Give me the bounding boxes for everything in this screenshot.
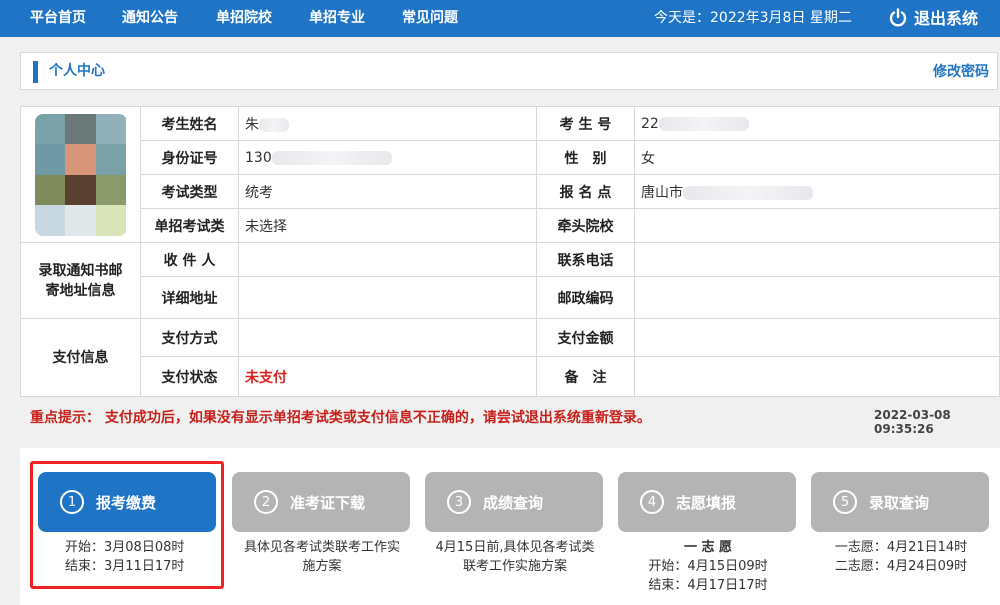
payment-amount-value (634, 318, 1000, 357)
registration-site-label: 报 名 点 (536, 174, 635, 209)
step-label: 成绩查询 (483, 493, 544, 512)
step-label: 志愿填报 (676, 493, 737, 512)
step-label: 报考缴费 (96, 493, 157, 512)
payment-method-label: 支付方式 (140, 318, 239, 357)
payment-amount-label: 支付金额 (536, 318, 635, 357)
lead-college-value (634, 208, 1000, 243)
change-password-link[interactable]: 修改密码 (933, 53, 989, 91)
step-3-desc: 4月15日前,具体见各考试类联考工作实施方案 (435, 540, 595, 574)
gender-label: 性 别 (536, 140, 635, 175)
step-number-5: 5 (833, 490, 857, 514)
nav-faq[interactable]: 常见问题 (402, 0, 458, 37)
payment-method-value (238, 318, 537, 357)
logout-label: 退出系统 (914, 9, 979, 28)
nav-colleges[interactable]: 单招院校 (216, 0, 272, 37)
phone-value (634, 242, 1000, 277)
receiver-label: 收 件 人 (140, 242, 239, 277)
id-number-value: 130 (238, 140, 537, 175)
redacted-blur (271, 150, 392, 165)
id-number-label: 身份证号 (140, 140, 239, 175)
mailing-section-label: 录取通知书邮寄地址信息 (20, 242, 141, 319)
candidate-photo (34, 113, 127, 236)
step-number-4: 4 (640, 490, 664, 514)
receiver-value (238, 242, 537, 277)
page-timestamp: 2022-03-08 09:35:26 (874, 408, 951, 436)
step-label: 录取查询 (869, 493, 930, 512)
exam-type-label: 考试类型 (140, 174, 239, 209)
exam-number-label: 考 生 号 (536, 106, 635, 141)
important-tip: 重点提示： 支付成功后，如果没有显示单招考试类或支付信息不正确的，请尝试退出系统… (30, 410, 651, 426)
name-label: 考生姓名 (140, 106, 239, 141)
logout-button[interactable]: 退出系统 (888, 0, 978, 37)
candidate-info-table: 考生姓名 朱 考 生 号 22 身份证号 130 性 别 女 考试类型 统考 报… (20, 106, 1000, 397)
photo-cell (20, 106, 141, 243)
nav-notices[interactable]: 通知公告 (122, 0, 178, 37)
page-title: 个人中心 (49, 63, 105, 79)
exam-category-value: 未选择 (238, 208, 537, 243)
remark-label: 备 注 (536, 356, 635, 397)
step-score-query[interactable]: 3 成绩查询 (425, 472, 603, 532)
step-4-desc: 一 志 愿 开始：4月15日09时 结束：4月17日17时 (648, 540, 768, 593)
lead-college-label: 牵头院校 (536, 208, 635, 243)
step-number-3: 3 (447, 490, 471, 514)
personal-center-header: 个人中心 修改密码 (20, 52, 998, 90)
address-value (238, 276, 537, 319)
exam-number-value: 22 (634, 106, 1000, 141)
step-number-2: 2 (254, 490, 278, 514)
zip-label: 邮政编码 (536, 276, 635, 319)
gender-value: 女 (634, 140, 1000, 175)
exam-category-label: 单招考试类 (140, 208, 239, 243)
step-admission-ticket[interactable]: 2 准考证下载 (232, 472, 410, 532)
registration-site-value: 唐山市 (634, 174, 1000, 209)
top-nav-bar: 平台首页 通知公告 单招院校 单招专业 常见问题 今天是：2022年3月8日 星… (0, 0, 1000, 37)
zip-value (634, 276, 1000, 319)
step-admission-query[interactable]: 5 录取查询 (811, 472, 989, 532)
phone-label: 联系电话 (536, 242, 635, 277)
power-icon (889, 7, 907, 26)
step-1-desc: 开始：3月08日08时 结束：3月11日17时 (65, 540, 185, 574)
step-label: 准考证下载 (290, 493, 366, 512)
step-preference-filling[interactable]: 4 志愿填报 (618, 472, 796, 532)
title-accent-bar (33, 61, 38, 83)
redacted-blur (259, 117, 289, 132)
redacted-blur (658, 116, 749, 131)
nav-majors[interactable]: 单招专业 (309, 0, 365, 37)
name-value: 朱 (238, 106, 537, 141)
step-number-1: 1 (60, 490, 84, 514)
payment-status-value: 未支付 (238, 356, 537, 397)
step-5-desc: 一志愿：4月21日14时 二志愿：4月24日09时 (834, 540, 968, 574)
step-2-desc: 具体见各考试类联考工作实施方案 (243, 540, 400, 574)
step-registration-payment[interactable]: 1 报考缴费 (38, 472, 216, 532)
current-date: 今天是：2022年3月8日 星期二 (654, 10, 852, 26)
address-label: 详细地址 (140, 276, 239, 319)
nav-home[interactable]: 平台首页 (30, 0, 86, 37)
payment-status-label: 支付状态 (140, 356, 239, 397)
payment-section-label: 支付信息 (20, 318, 141, 397)
remark-value (634, 356, 1000, 397)
redacted-blur (683, 185, 813, 200)
exam-type-value: 统考 (238, 174, 537, 209)
process-steps: 1 报考缴费 开始：3月08日08时 结束：3月11日17时 2 准考证下载 具体… (20, 448, 1000, 605)
